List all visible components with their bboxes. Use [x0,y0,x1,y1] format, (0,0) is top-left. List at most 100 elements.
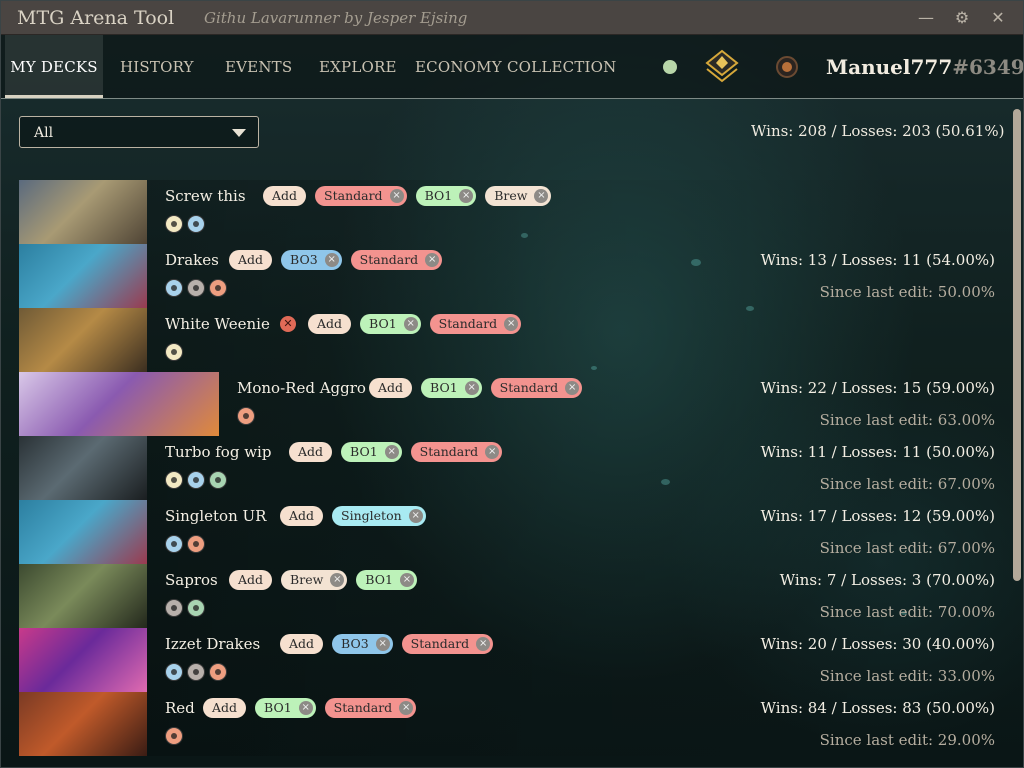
add-tag-button[interactable]: Add [280,634,324,654]
chevron-down-icon [232,129,246,137]
deck-name[interactable]: Turbo fog wip [165,443,271,461]
deck-tag-brew[interactable]: Brew × [281,570,348,590]
deck-row[interactable]: Red Add BO1 × Standard × Wins: 84 / Losses: 83… [19,692,1009,756]
deck-colors [165,599,209,617]
tag-label: Add [298,444,324,459]
add-tag-button[interactable]: Add [308,314,352,334]
deck-row[interactable]: Sapros Add Brew × BO1 × Wins: 7 / Losses: 3 (7… [19,564,1009,628]
close-icon[interactable]: ✕ [989,9,1007,27]
tag-label: Brew [290,572,324,587]
tag-label: Standard [410,636,470,651]
remove-tag-icon[interactable]: × [399,573,414,587]
deck-tag-bo1[interactable]: BO1 × [421,378,482,398]
tab-events[interactable]: EVENTS [225,35,292,98]
deck-name[interactable]: Izzet Drakes [165,635,260,653]
remove-tag-icon[interactable]: × [425,253,440,267]
deck-tag-standard[interactable]: Standard × [401,634,494,654]
deck-tag-standard[interactable]: Standard × [429,314,522,334]
deck-row[interactable]: Singleton UR Add Singleton × Wins: 17 / Loss… [19,500,1009,564]
deck-tag-standard[interactable]: Standard × [490,378,583,398]
constructed-rank-icon[interactable] [703,49,741,83]
deck-win-loss: Wins: 20 / Losses: 30 (40.00%) [760,635,995,653]
deck-tag-bo1[interactable]: BO1 × [356,570,417,590]
deck-tag-brew[interactable]: Brew × [485,186,552,206]
tab-my-decks[interactable]: MY DECKS [5,35,103,98]
deck-row[interactable]: Izzet Drakes Add BO3 × Standard × Wins: 20 / L… [19,628,1009,692]
remove-tag-icon[interactable]: × [384,445,399,459]
deck-name[interactable]: Sapros [165,571,218,589]
tab-history[interactable]: HISTORY [120,35,194,98]
tag-label: Standard [333,700,393,715]
remove-tag-icon[interactable]: × [403,317,418,331]
add-tag-button[interactable]: Add [369,378,413,398]
deck-row[interactable]: Drakes Add BO3 × Standard × Wins: 13 / Losses:… [19,244,1009,308]
deck-row[interactable]: Screw this Add Standard × BO1 × Brew × [19,180,1009,244]
user-name-text: Manuel777 [826,55,953,79]
deck-name[interactable]: Screw this [165,187,246,205]
remove-tag-icon[interactable]: × [389,189,404,203]
remove-tag-icon[interactable]: × [298,701,313,715]
minimize-icon[interactable]: — [917,9,935,27]
deck-tag-standard[interactable]: Standard × [324,698,417,718]
mana-b-icon [187,663,205,681]
tag-label: Standard [438,316,498,331]
deck-name[interactable]: Singleton UR [165,507,266,525]
remove-tag-icon[interactable]: × [399,701,414,715]
tag-label: Add [238,572,264,587]
remove-tag-icon[interactable]: × [459,189,474,203]
add-tag-button[interactable]: Add [263,186,307,206]
add-tag-button[interactable]: Add [229,570,273,590]
deck-tag-bo3[interactable]: BO3 × [332,634,393,654]
deck-tag-bo1[interactable]: BO1 × [415,186,477,206]
remove-tag-icon[interactable]: × [408,509,423,523]
deck-tag-bo3[interactable]: BO3 × [281,250,342,270]
deck-tag-bo1[interactable]: BO1 × [255,698,316,718]
mana-r-icon [209,663,227,681]
tab-collection[interactable]: COLLECTION [507,35,616,98]
deck-tag-standard[interactable]: Standard × [315,186,407,206]
add-tag-button[interactable]: Add [229,250,273,270]
deck-row[interactable]: White Weenie ✕ Add BO1 × Standard × [19,308,1009,372]
deck-tag-bo1[interactable]: BO1 × [341,442,402,462]
tag-label: BO1 [430,380,458,395]
remove-deck-icon[interactable]: ✕ [280,316,296,332]
deck-colors [165,471,231,489]
remove-tag-icon[interactable]: × [375,637,390,651]
remove-tag-icon[interactable]: × [330,573,345,587]
deck-tag-bo1[interactable]: BO1 × [360,314,421,334]
deck-name[interactable]: Mono-Red Aggro [237,379,366,397]
remove-tag-icon[interactable]: × [464,381,479,395]
deck-name[interactable]: Drakes [165,251,219,269]
remove-tag-icon[interactable]: × [485,445,500,459]
deck-tag-standard[interactable]: Standard × [410,442,503,462]
add-tag-button[interactable]: Add [280,506,324,526]
add-tag-button[interactable]: Add [289,442,333,462]
add-tag-button[interactable]: Add [203,698,247,718]
remove-tag-icon[interactable]: × [534,189,549,203]
settings-icon[interactable]: ⚙ [953,9,971,27]
deck-tags: ✕ Add BO1 × Standard × [280,314,530,334]
tag-label: Standard [499,380,559,395]
deck-since-last-edit: Since last edit: 63.00% [819,411,995,429]
window-subtitle: Githu Lavarunner by Jesper Ejsing [204,9,468,27]
deck-tags: Add BO1 × Standard × [289,442,511,462]
tab-economy[interactable]: ECONOMY [415,35,502,98]
deck-tag-singleton[interactable]: Singleton × [332,506,426,526]
remove-tag-icon[interactable]: × [476,637,491,651]
deck-name[interactable]: White Weenie [165,315,270,333]
deck-row[interactable]: Mono-Red Aggro Add BO1 × Standard × Wins: 22 /… [19,372,1009,436]
remove-tag-icon[interactable]: × [565,381,580,395]
tab-explore[interactable]: EXPLORE [319,35,397,98]
limited-rank-icon[interactable] [775,55,799,79]
user-name[interactable]: Manuel777#63494 [826,55,1023,79]
deck-filter-select[interactable]: All [19,116,259,148]
deck-name[interactable]: Red [165,699,195,717]
tag-label: BO1 [350,444,378,459]
remove-tag-icon[interactable]: × [324,253,339,267]
deck-tags: Add Brew × BO1 × [229,570,426,590]
tag-label: Standard [324,188,383,203]
deck-tag-standard[interactable]: Standard × [350,250,443,270]
remove-tag-icon[interactable]: × [504,317,519,331]
deck-row[interactable]: Turbo fog wip Add BO1 × Standard × Wins: 11 / … [19,436,1009,500]
scrollbar-thumb[interactable] [1013,109,1021,581]
